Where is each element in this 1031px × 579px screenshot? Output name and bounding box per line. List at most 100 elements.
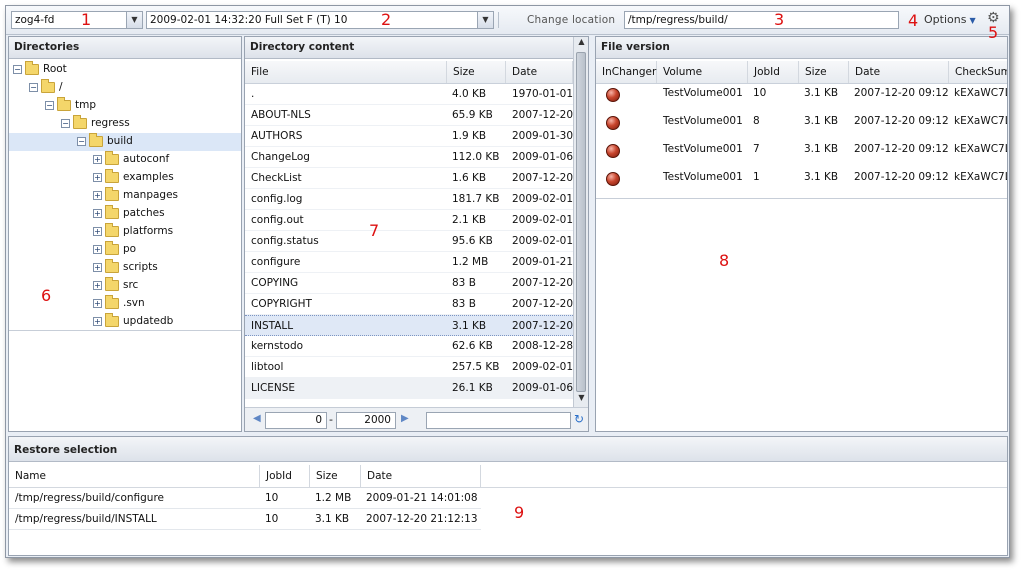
table-row[interactable]: . 4.0 KB 1970-01-01: [245, 84, 573, 105]
chevron-up-icon[interactable]: ▲: [574, 37, 588, 51]
tree-node[interactable]: + autoconf: [9, 151, 241, 169]
chevron-down-icon[interactable]: ▼: [126, 12, 142, 28]
column-header-inchanger[interactable]: InChanger: [596, 61, 657, 83]
version-size-cell: 3.1 KB: [804, 115, 839, 127]
expand-icon[interactable]: +: [93, 173, 102, 182]
tree-node[interactable]: + platforms: [9, 223, 241, 241]
tree-node[interactable]: + patches: [9, 205, 241, 223]
page-start-input[interactable]: 0: [265, 412, 327, 429]
column-header-jobid[interactable]: JobId: [748, 61, 799, 83]
column-header-date[interactable]: Date: [361, 465, 481, 487]
column-header-name[interactable]: Name: [9, 465, 260, 487]
table-row[interactable]: TestVolume001 10 3.1 KB 2007-12-20 09:12 kEX…: [596, 84, 1007, 112]
tree-node[interactable]: − regress: [9, 115, 241, 133]
tree-node-label: examples: [123, 171, 174, 183]
file-date-cell: 2007-12-20: [512, 298, 574, 310]
expand-icon[interactable]: +: [93, 209, 102, 218]
directory-content-scrollbar[interactable]: ▲ ▼: [573, 37, 588, 407]
file-date-cell: 2009-01-06: [512, 382, 574, 394]
expand-icon[interactable]: +: [93, 299, 102, 308]
tree-node[interactable]: − build: [9, 133, 241, 151]
chevron-down-icon[interactable]: ▼: [574, 393, 588, 407]
collapse-icon[interactable]: −: [29, 83, 38, 92]
directory-content-title: Directory content: [245, 37, 577, 59]
table-row[interactable]: kernstodo 62.6 KB 2008-12-28: [245, 336, 573, 357]
file-size-cell: 83 B: [452, 298, 476, 310]
page-start-value: 0: [315, 414, 322, 426]
table-row[interactable]: TestVolume001 1 3.1 KB 2007-12-20 09:12 kEXa…: [596, 168, 1008, 196]
table-row[interactable]: ABOUT-NLS 65.9 KB 2007-12-20: [245, 105, 573, 126]
table-row[interactable]: config.out 2.1 KB 2009-02-01: [245, 210, 573, 231]
column-header-volume[interactable]: Volume: [657, 61, 748, 83]
tree-node[interactable]: + manpages: [9, 187, 241, 205]
tree-node[interactable]: + updatedb: [9, 313, 241, 331]
file-version-title: File version: [596, 37, 1007, 59]
table-row[interactable]: INSTALL 3.1 KB 2007-12-20: [245, 315, 573, 336]
column-header-checksum[interactable]: CheckSum: [949, 61, 1007, 83]
table-row[interactable]: configure 1.2 MB 2009-01-21: [245, 252, 573, 273]
file-date-cell: 2007-12-20: [512, 109, 574, 121]
filter-input[interactable]: [426, 412, 571, 429]
table-row[interactable]: config.status 95.6 KB 2009-02-01: [245, 231, 573, 252]
paging-toolbar: ◀ 0 - 2000 ▶ ↻: [245, 407, 588, 431]
collapse-icon[interactable]: −: [13, 65, 22, 74]
expand-icon[interactable]: +: [93, 227, 102, 236]
options-menu-button[interactable]: Options ▼: [924, 13, 976, 26]
column-header-size[interactable]: Size: [447, 61, 506, 83]
jobset-select[interactable]: 2009-02-01 14:32:20 Full Set F (T) 10 ▼: [146, 11, 494, 29]
column-header-date[interactable]: Date: [506, 61, 573, 83]
file-size-cell: 1.6 KB: [452, 172, 487, 184]
expand-icon[interactable]: +: [93, 263, 102, 272]
table-row[interactable]: libtool 257.5 KB 2009-02-01: [245, 357, 573, 378]
table-row[interactable]: ChangeLog 112.0 KB 2009-01-06: [245, 147, 573, 168]
expand-icon[interactable]: +: [93, 245, 102, 254]
table-row[interactable]: TestVolume001 8 3.1 KB 2007-12-20 09:12 kEXa…: [596, 112, 1007, 140]
file-date-cell: 1970-01-01: [512, 88, 574, 100]
jobset-select-value: 2009-02-01 14:32:20 Full Set F (T) 10: [150, 14, 348, 26]
expand-icon[interactable]: +: [93, 317, 102, 326]
folder-icon: [89, 133, 103, 147]
collapse-icon[interactable]: −: [45, 101, 54, 110]
column-header-size[interactable]: Size: [799, 61, 849, 83]
chevron-down-icon[interactable]: ▼: [477, 12, 493, 28]
expand-icon[interactable]: +: [93, 155, 102, 164]
table-row[interactable]: /tmp/regress/build/configure 10 1.2 MB 2009…: [9, 488, 481, 509]
refresh-icon[interactable]: ↻: [574, 412, 584, 426]
collapse-icon[interactable]: −: [61, 119, 70, 128]
table-row[interactable]: TestVolume001 7 3.1 KB 2007-12-20 09:12 kEXa…: [596, 140, 1007, 168]
tree-node-label: autoconf: [123, 153, 170, 165]
version-checksum-cell: kEXaWC7L: [954, 171, 1008, 183]
table-row[interactable]: CheckList 1.6 KB 2007-12-20: [245, 168, 573, 189]
tree-node[interactable]: + po: [9, 241, 241, 259]
tree-node[interactable]: + scripts: [9, 259, 241, 277]
folder-icon: [105, 223, 119, 237]
column-header-file[interactable]: File: [245, 61, 447, 83]
column-header-size[interactable]: Size: [310, 465, 361, 487]
tree-node[interactable]: + examples: [9, 169, 241, 187]
expand-icon[interactable]: +: [93, 281, 102, 290]
table-row[interactable]: COPYING 83 B 2007-12-20: [245, 273, 573, 294]
tree-node[interactable]: − /: [9, 79, 241, 97]
tree-node-label: tmp: [75, 99, 97, 111]
next-page-icon[interactable]: ▶: [401, 413, 409, 424]
previous-page-icon[interactable]: ◀: [253, 413, 261, 424]
location-input-value: /tmp/regress/build/: [628, 14, 728, 26]
table-row[interactable]: AUTHORS 1.9 KB 2009-01-30: [245, 126, 573, 147]
version-volume-cell: TestVolume001: [663, 115, 743, 127]
page-end-input[interactable]: 2000: [336, 412, 396, 429]
table-row[interactable]: config.log 181.7 KB 2009-02-01: [245, 189, 573, 210]
column-header-jobid[interactable]: JobId: [260, 465, 310, 487]
table-row[interactable]: LICENSE 26.1 KB 2009-01-06: [245, 378, 573, 399]
file-size-cell: 1.9 KB: [452, 130, 487, 142]
location-input[interactable]: /tmp/regress/build/: [624, 11, 899, 29]
collapse-icon[interactable]: −: [77, 137, 86, 146]
scrollbar-thumb[interactable]: [576, 52, 586, 392]
expand-icon[interactable]: +: [93, 191, 102, 200]
client-select[interactable]: zog4-fd ▼: [11, 11, 143, 29]
column-header-date[interactable]: Date: [849, 61, 949, 83]
table-row[interactable]: COPYRIGHT 83 B 2007-12-20: [245, 294, 573, 315]
tree-node[interactable]: − Root: [9, 61, 241, 79]
folder-icon: [105, 277, 119, 291]
tree-node[interactable]: − tmp: [9, 97, 241, 115]
table-row[interactable]: /tmp/regress/build/INSTALL 10 3.1 KB 2007-1…: [9, 509, 481, 530]
